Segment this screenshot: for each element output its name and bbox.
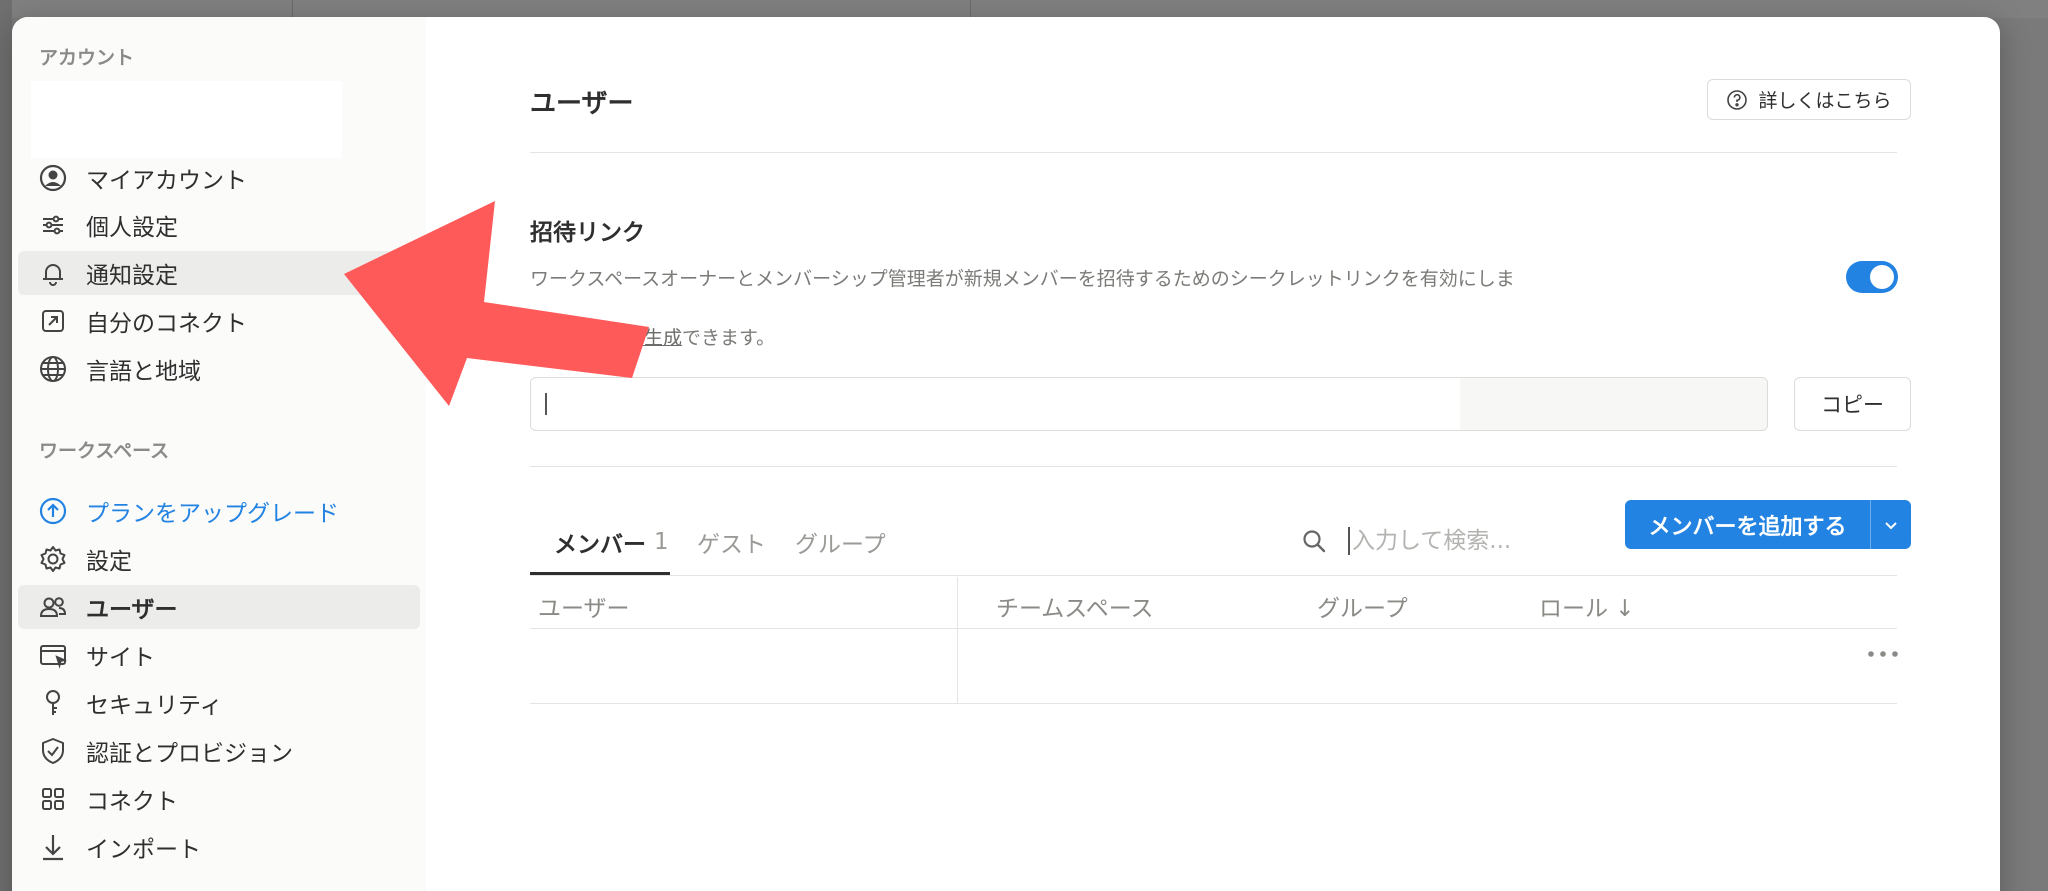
learn-more-button[interactable]: 詳しくはこちら	[1707, 79, 1911, 120]
sidebar-item-label: 自分のコネクト	[86, 311, 247, 337]
sidebar-item-label: ユーザー	[86, 597, 178, 623]
search-icon	[1303, 530, 1326, 553]
invite-link-description: ワークスペースオーナーとメンバーシップ管理者が新規メンバーを招待するためのシーク…	[530, 268, 1515, 290]
column-header-teamspace[interactable]: チームスペース	[996, 589, 1154, 623]
background-app-topbar	[0, 0, 2048, 18]
account-profile-area[interactable]	[31, 81, 342, 158]
sidebar-item-label: コネクト	[86, 789, 178, 815]
grid-icon	[38, 784, 68, 814]
sidebar-item-label: 通知設定	[86, 263, 178, 289]
sidebar-item-label: セキュリティ	[86, 693, 223, 719]
background-app-edge	[0, 0, 12, 891]
text-cursor	[545, 393, 547, 415]
invite-link-value-redacted	[531, 378, 1460, 430]
sidebar-item-personal-settings[interactable]: 個人設定	[18, 203, 420, 247]
generate-new-link[interactable]: しいリンクを生成	[530, 327, 682, 349]
sidebar-item-connections[interactable]: コネクト	[18, 777, 420, 821]
sidebar-item-import[interactable]: インポート	[18, 825, 420, 869]
sidebar-item-my-connections[interactable]: 自分のコネクト	[18, 299, 420, 343]
bell-icon	[38, 258, 68, 288]
globe-icon	[38, 354, 68, 384]
users-icon	[38, 592, 68, 622]
tab-groups[interactable]: グループ	[795, 525, 886, 559]
invite-link-heading: 招待リンク	[530, 220, 645, 246]
table-top-border	[530, 575, 1897, 576]
sidebar-item-label: 言語と地域	[86, 359, 201, 385]
member-count: 1	[654, 529, 669, 555]
key-icon	[38, 688, 68, 718]
sidebar-item-security[interactable]: セキュリティ	[18, 681, 420, 725]
sidebar-item-label: マイアカウント	[86, 168, 247, 194]
sidebar-item-label: 個人設定	[86, 215, 178, 241]
sidebar-section-account: アカウント	[39, 47, 135, 69]
member-search-input[interactable]	[1352, 523, 1542, 559]
settings-modal: アカウント マイアカウント 個人設定 通知設定 自分のコネクト 言語と地域 ワー…	[12, 17, 2000, 891]
download-arrow-icon	[38, 832, 68, 862]
background-divider	[970, 0, 971, 18]
sidebar-item-label: インポート	[86, 837, 201, 863]
sidebar-item-auth-provisioning[interactable]: 認証とプロビジョン	[18, 729, 420, 773]
sidebar-item-settings[interactable]: 設定	[18, 537, 420, 581]
invite-link-toggle[interactable]	[1846, 261, 1898, 293]
page-title: ユーザー	[530, 89, 634, 119]
gear-icon	[38, 544, 68, 574]
sidebar-item-users[interactable]: ユーザー	[18, 585, 420, 629]
sliders-icon	[38, 210, 68, 240]
tab-members[interactable]: メンバー 1	[554, 525, 669, 559]
upgrade-arrow-icon	[38, 496, 68, 526]
sidebar-item-label: 設定	[86, 549, 132, 575]
column-header-group[interactable]: グループ	[1317, 589, 1408, 623]
toggle-knob	[1870, 265, 1894, 289]
sidebar-item-label: 認証とプロビジョン	[86, 741, 293, 767]
table-header-border	[530, 628, 1897, 629]
settings-sidebar: アカウント マイアカウント 個人設定 通知設定 自分のコネクト 言語と地域 ワー…	[12, 17, 426, 891]
sidebar-item-my-account[interactable]: マイアカウント	[18, 156, 420, 200]
help-circle-icon	[1726, 89, 1748, 111]
sidebar-item-label: サイト	[86, 645, 155, 671]
copy-link-button[interactable]: コピー	[1794, 377, 1911, 431]
add-member-button-group: メンバーを追加する	[1625, 500, 1911, 549]
learn-more-label: 詳しくはこちら	[1758, 90, 1892, 112]
sidebar-item-sites[interactable]: サイト	[18, 633, 420, 677]
sidebar-item-language-region[interactable]: 言語と地域	[18, 347, 420, 391]
add-member-button[interactable]: メンバーを追加する	[1625, 500, 1871, 549]
add-member-dropdown[interactable]	[1871, 500, 1911, 549]
shield-check-icon	[38, 736, 68, 766]
background-divider	[292, 0, 293, 18]
invite-link-description-2: しいリンクを生成できます。	[530, 327, 776, 349]
divider	[530, 466, 1897, 467]
column-header-role[interactable]: ロール ↓	[1539, 589, 1635, 623]
sidebar-section-workspace: ワークスペース	[39, 440, 170, 462]
users-settings-panel: ユーザー 詳しくはこちら 招待リンク ワークスペースオーナーとメンバーシップ管理…	[426, 17, 2000, 891]
sidebar-item-label: プランをアップグレード	[86, 501, 339, 527]
invite-link-field[interactable]	[530, 377, 1768, 431]
sidebar-item-notifications[interactable]: 通知設定	[18, 251, 420, 295]
user-circle-icon	[38, 163, 68, 193]
column-divider[interactable]	[957, 577, 958, 703]
divider	[530, 152, 1897, 153]
browser-window-icon	[38, 640, 68, 670]
external-link-icon	[38, 306, 68, 336]
chevron-down-icon	[1885, 521, 1897, 529]
table-row-border	[530, 703, 1897, 704]
sidebar-item-upgrade-plan[interactable]: プランをアップグレード	[18, 489, 420, 533]
column-header-user[interactable]: ユーザー	[538, 589, 630, 623]
more-options-icon[interactable]	[1866, 647, 1900, 661]
text-cursor	[1348, 527, 1350, 555]
tab-guests[interactable]: ゲスト	[697, 525, 766, 559]
